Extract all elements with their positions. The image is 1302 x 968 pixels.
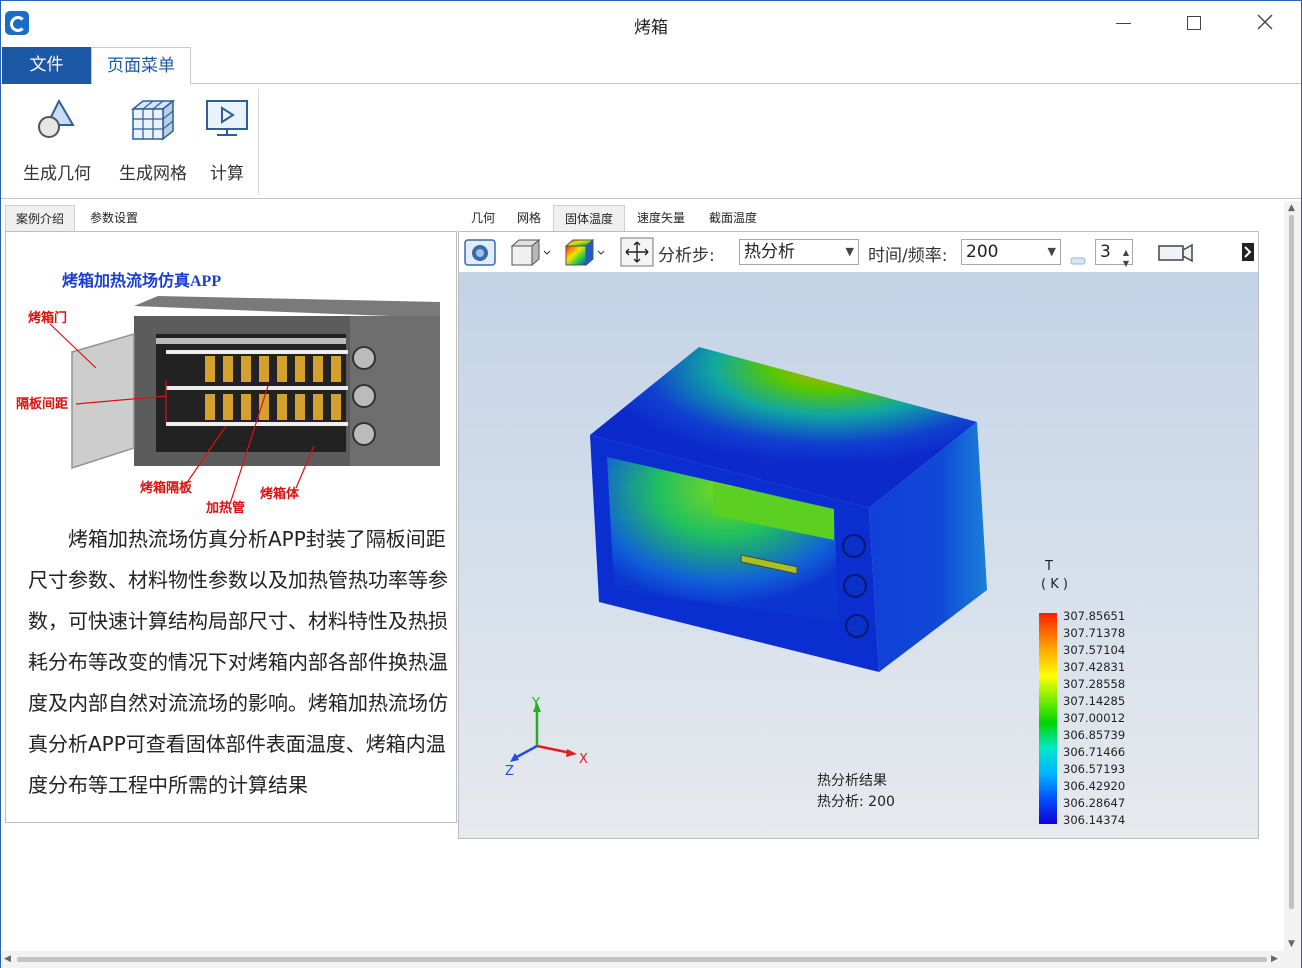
generate-mesh-label: 生成网格 [119, 164, 187, 184]
analysis-step-label: 分析步: [658, 246, 715, 266]
case-intro-panel: 烤箱加热流场仿真APP 烤箱门 隔板间距 烤箱隔板 加热管 烤箱体 烤箱加热流场… [5, 231, 457, 823]
minimize-icon [1116, 23, 1131, 24]
geometry-icon [38, 98, 75, 138]
horizontal-scroll-thumb[interactable] [17, 957, 1267, 962]
tab-parameter-settings[interactable]: 参数设置 [79, 205, 149, 231]
compute-button[interactable]: 计算 [203, 95, 251, 185]
legend-unit: ( K ) [1041, 577, 1068, 592]
minimize-button[interactable] [1103, 8, 1143, 38]
legend-value: 307.71378 [1063, 626, 1126, 640]
frame-spinbox[interactable]: 3 ▲ ▼ [1095, 239, 1133, 268]
page-menu-tab[interactable]: 页面菜单 [91, 47, 191, 85]
result-viewer: 分析步: 热分析 ▼ 时间/频率: 200 ▼ 3 ▲ ▼ Y X Z 热分析结… [458, 231, 1259, 839]
legend-value: 307.42831 [1063, 660, 1126, 674]
ribbon: 生成几何 生成网格 计算 [1, 85, 1301, 199]
chevron-down-icon: ▼ [845, 245, 854, 258]
legend-value: 307.00012 [1063, 711, 1126, 725]
callout-oven-shelf: 烤箱隔板 [140, 480, 193, 495]
3d-viewport[interactable]: Y X Z 热分析结果 热分析: 200 T ( K ) 307.85651 30… [459, 272, 1258, 838]
legend-value: 306.42920 [1063, 779, 1126, 793]
callout-oven-body: 烤箱体 [260, 486, 300, 501]
legend-value: 307.57104 [1063, 643, 1126, 657]
tab-case-intro[interactable]: 案例介绍 [5, 205, 75, 231]
legend-value: 306.85739 [1063, 728, 1126, 742]
tab-section-temperature[interactable]: 截面温度 [699, 205, 767, 231]
time-frequency-label: 时间/频率: [868, 246, 948, 266]
scroll-up-icon[interactable]: ▲ [1288, 203, 1295, 213]
temperature-color-bar [1039, 613, 1057, 824]
generate-geometry-label: 生成几何 [23, 164, 91, 184]
ribbon-separator [258, 89, 259, 195]
legend-value: 307.28558 [1063, 677, 1126, 691]
maximize-button[interactable] [1174, 8, 1214, 38]
scroll-down-icon[interactable]: ▼ [1288, 939, 1295, 949]
compute-label: 计算 [210, 164, 244, 184]
diagram-title: 烤箱加热流场仿真APP [62, 271, 221, 290]
tab-geometry[interactable]: 几何 [461, 205, 505, 231]
scroll-left-icon[interactable]: ◀ [4, 954, 11, 964]
result-step: 热分析: 200 [817, 794, 895, 810]
close-button[interactable] [1245, 8, 1285, 38]
tab-mesh[interactable]: 网格 [507, 205, 551, 231]
legend-value: 306.57193 [1063, 762, 1126, 776]
callout-shelf-spacing: 隔板间距 [16, 396, 68, 411]
legend-title: T [1045, 559, 1053, 574]
analysis-step-value: 热分析 [744, 242, 795, 262]
viewer-toolbar: 分析步: 热分析 ▼ 时间/频率: 200 ▼ 3 ▲ ▼ [459, 232, 1258, 272]
scroll-right-icon[interactable]: ▶ [1271, 954, 1278, 964]
contour-color-icon[interactable] [563, 237, 607, 267]
vertical-scrollbar[interactable]: ▲ ▼ [1284, 201, 1301, 953]
analysis-step-select[interactable]: 热分析 ▼ [739, 239, 859, 265]
video-record-icon[interactable] [1157, 237, 1195, 267]
legend-value: 307.14285 [1063, 694, 1126, 708]
axis-y-label: Y [532, 696, 540, 711]
axis-x-label: X [579, 752, 588, 767]
result-tab-bar: 几何 网格 固体温度 速度矢量 截面温度 [459, 205, 1259, 231]
legend-value: 306.71466 [1063, 745, 1126, 759]
generate-geometry-button[interactable]: 生成几何 [17, 95, 97, 185]
frame-spin-value: 3 [1100, 242, 1111, 262]
case-intro-text: 烤箱加热流场仿真分析APP封装了隔板间距尺寸参数、材料物性参数以及加热管热功率等… [28, 527, 448, 797]
oven-diagram: 烤箱加热流场仿真APP 烤箱门 隔板间距 烤箱隔板 加热管 烤箱体 [16, 271, 440, 515]
move-view-icon[interactable] [620, 237, 654, 267]
legend-value: 306.28647 [1063, 796, 1126, 810]
result-title: 热分析结果 [817, 773, 887, 789]
close-icon [1257, 14, 1273, 30]
file-menu-tab[interactable]: 文件 [2, 47, 91, 84]
axis-z-label: Z [505, 764, 514, 779]
chevron-down-icon: ▼ [1047, 245, 1056, 258]
time-frequency-select[interactable]: 200 ▼ [961, 239, 1061, 265]
menu-bar: 文件 页面菜单 [1, 46, 1301, 85]
legend-value: 306.14374 [1063, 813, 1126, 827]
left-tab-bar: 案例介绍 参数设置 [5, 205, 457, 231]
callout-oven-door: 烤箱门 [28, 310, 67, 325]
tab-velocity-vector[interactable]: 速度矢量 [627, 205, 695, 231]
horizontal-scrollbar[interactable]: ◀ ▶ [1, 951, 1301, 968]
vertical-scroll-thumb[interactable] [1289, 215, 1294, 909]
legend-value: 307.85651 [1063, 609, 1126, 623]
time-frequency-value: 200 [966, 242, 999, 262]
generate-mesh-button[interactable]: 生成网格 [113, 95, 193, 185]
compute-icon [206, 100, 248, 136]
maximize-icon [1187, 16, 1201, 30]
tab-solid-temperature[interactable]: 固体温度 [553, 205, 625, 231]
camera-icon[interactable] [463, 237, 497, 267]
app-window: 烤箱 文件 页面菜单 生成几何 生成网格 计算 案例介绍 参数设置 烤箱加热流场… [0, 0, 1302, 968]
mesh-icon [130, 99, 176, 141]
title-bar: 烤箱 [1, 1, 1301, 46]
toolbar-overflow-icon[interactable] [1239, 237, 1257, 267]
callout-heating-tube: 加热管 [205, 500, 245, 515]
view-cube-icon[interactable] [509, 237, 553, 267]
